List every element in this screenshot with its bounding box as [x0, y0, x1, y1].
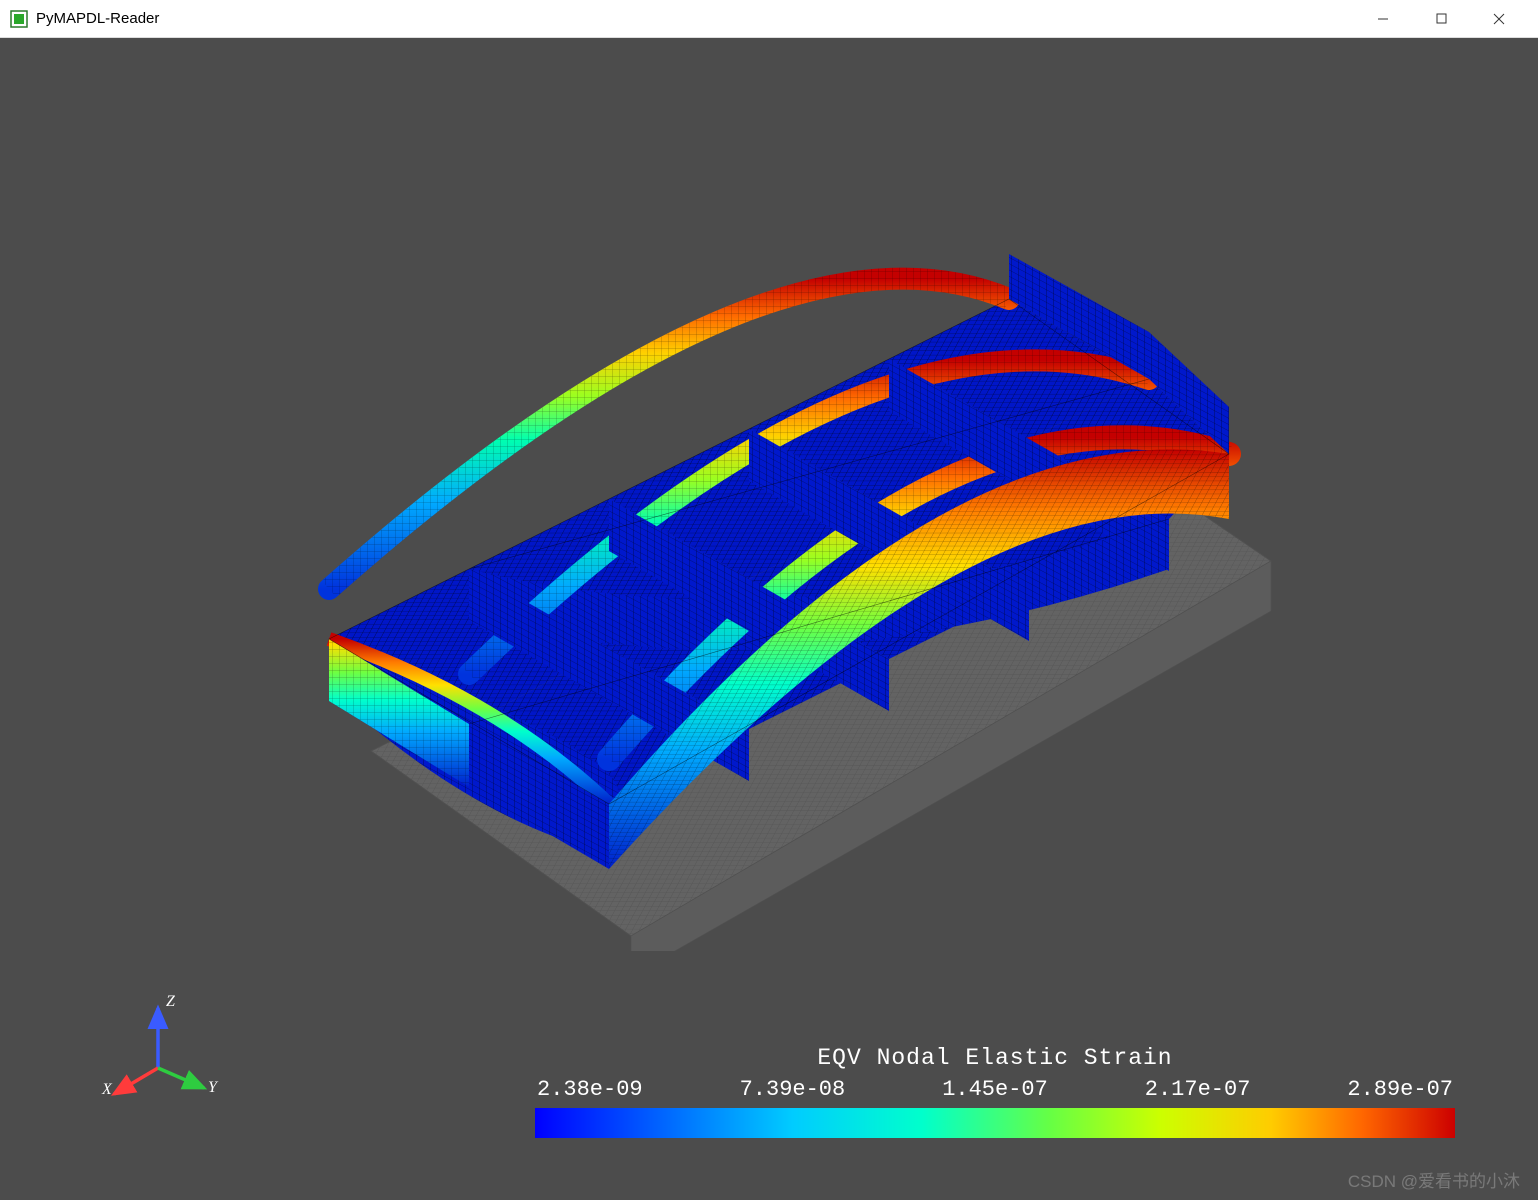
axis-y-label: Y [208, 1079, 219, 1096]
scalar-tick: 2.17e-07 [1145, 1077, 1251, 1102]
maximize-button[interactable] [1412, 0, 1470, 38]
close-button[interactable] [1470, 0, 1528, 38]
scalar-bar-gradient [535, 1108, 1455, 1138]
scalar-tick: 1.45e-07 [942, 1077, 1048, 1102]
axis-triad: Z X Y [100, 990, 220, 1110]
watermark-text: CSDN @爱看书的小沐 [1348, 1167, 1520, 1192]
render-viewport[interactable]: Z X Y EQV Nodal Elastic Strain 2.38e-09 … [0, 38, 1538, 1200]
axis-x-label: X [101, 1081, 113, 1098]
window-titlebar: PyMAPDL-Reader [0, 0, 1538, 38]
minimize-button[interactable] [1354, 0, 1412, 38]
deformed-mesh [269, 229, 1269, 909]
axis-z-label: Z [166, 993, 176, 1010]
scalar-bar-title: EQV Nodal Elastic Strain [535, 1045, 1455, 1071]
scalar-bar: EQV Nodal Elastic Strain 2.38e-09 7.39e-… [535, 1045, 1455, 1138]
scalar-tick: 7.39e-08 [740, 1077, 846, 1102]
window-controls [1354, 0, 1528, 38]
app-icon [10, 10, 28, 28]
scalar-tick: 2.38e-09 [537, 1077, 643, 1102]
scalar-bar-ticks: 2.38e-09 7.39e-08 1.45e-07 2.17e-07 2.89… [535, 1077, 1455, 1102]
scalar-tick: 2.89e-07 [1347, 1077, 1453, 1102]
mesh-visualization [269, 229, 1269, 869]
window-title: PyMAPDL-Reader [36, 10, 1354, 27]
